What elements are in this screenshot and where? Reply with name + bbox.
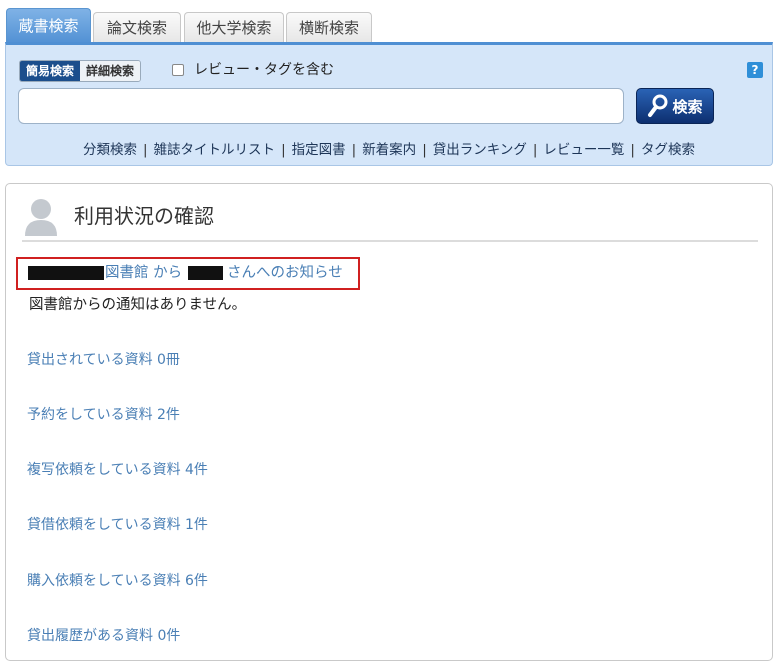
loan-history-items-link[interactable]: 貸出履歴がある資料 0件 (27, 627, 180, 645)
tab-article-search[interactable]: 論文検索 (93, 12, 181, 43)
link-review-list[interactable]: レビュー一覧 (543, 142, 624, 158)
copy-request-items-link[interactable]: 複写依頼をしている資料 4件 (27, 461, 208, 479)
tab-cross-search[interactable]: 横断検索 (286, 12, 372, 43)
redacted-library-name (28, 266, 104, 280)
link-loan-ranking[interactable]: 貸出ランキング (433, 142, 527, 158)
user-avatar-icon (25, 199, 57, 236)
usage-status-panel: 利用状況の確認 図書館 から さんへのお知らせ 図書館からの通知はありません。 … (5, 183, 773, 661)
link-new-arrivals[interactable]: 新着案内 (362, 142, 416, 158)
simple-search-mode[interactable]: 簡易検索 (20, 61, 81, 81)
magnifier-icon (648, 94, 668, 117)
link-separator: | (532, 142, 538, 158)
link-separator: | (143, 142, 148, 158)
loaned-items-link[interactable]: 貸出されている資料 0冊 (27, 351, 180, 369)
interlibrary-loan-items-link[interactable]: 貸借依頼をしている資料 1件 (27, 516, 208, 534)
tab-other-university-search[interactable]: 他大学検索 (184, 12, 284, 43)
include-reviews-label[interactable]: レビュー・タグを含む (194, 60, 334, 80)
include-reviews-checkbox[interactable] (172, 64, 184, 76)
reserved-items-link[interactable]: 予約をしている資料 2件 (27, 406, 180, 424)
redacted-user-name (188, 266, 223, 280)
search-button-label: 検索 (672, 97, 703, 116)
link-separator: | (630, 142, 635, 158)
title-divider (22, 240, 758, 242)
search-button[interactable]: 検索 (636, 88, 714, 124)
search-box: 簡易検索 詳細検索 レビュー・タグを含む ? 検索 分類検索 | 雑誌タイトルリスト… (5, 42, 773, 166)
link-designated-books[interactable]: 指定図書 (292, 142, 346, 158)
tab-collection-search[interactable]: 蔵書検索 (6, 8, 91, 45)
search-input[interactable] (18, 88, 624, 124)
purchase-request-items-link[interactable]: 購入依頼をしている資料 6件 (27, 572, 208, 590)
link-separator: | (422, 142, 427, 158)
link-separator: | (281, 142, 286, 158)
link-separator: | (351, 142, 357, 158)
page-title: 利用状況の確認 (74, 204, 214, 228)
no-notice-message: 図書館からの通知はありません。 (29, 297, 247, 313)
link-classification-search[interactable]: 分類検索 (83, 142, 137, 158)
notice-highlight: 図書館 から さんへのお知らせ (16, 257, 360, 290)
search-mode-toggle: 簡易検索 詳細検索 (19, 60, 142, 82)
link-journal-title-list[interactable]: 雑誌タイトルリスト (154, 142, 276, 158)
quick-links: 分類検索 | 雑誌タイトルリスト | 指定図書 | 新着案内 | 貸出ランキング | レビュー一覧 |… (6, 138, 772, 158)
link-tag-search[interactable]: タグ検索 (641, 142, 695, 158)
detailed-search-mode[interactable]: 詳細検索 (80, 61, 141, 81)
notice-library-link[interactable]: 図書館 から (105, 264, 182, 282)
notice-user-link[interactable]: さんへのお知らせ (227, 264, 343, 282)
help-icon[interactable]: ? (747, 62, 763, 78)
